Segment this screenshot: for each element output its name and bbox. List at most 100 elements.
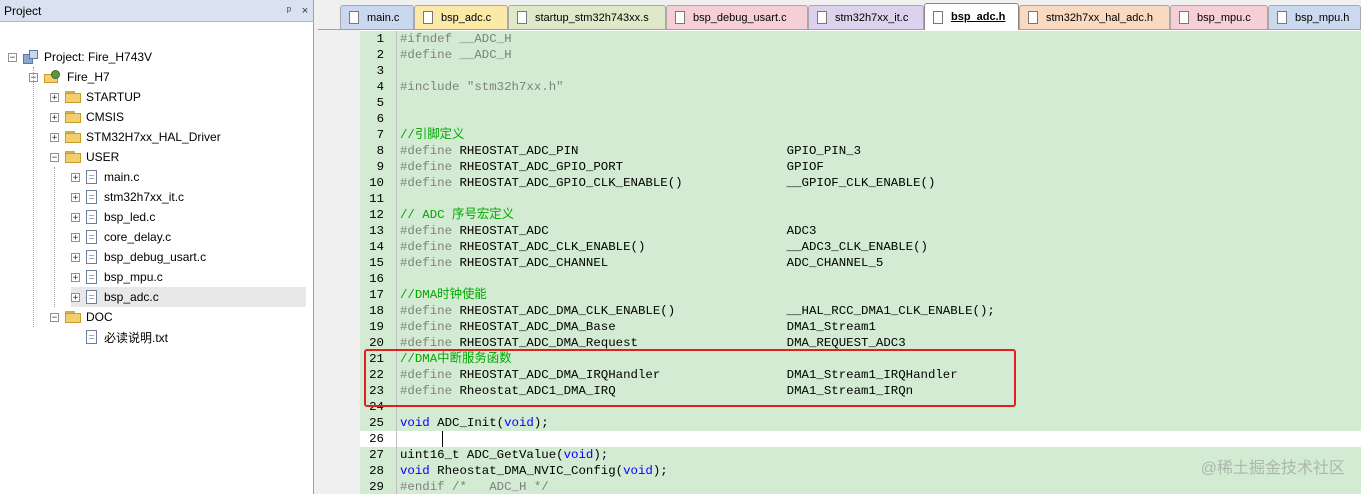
gutter-separator — [396, 271, 397, 287]
code-line[interactable]: 12 // ADC 序号宏定义 — [360, 207, 1361, 223]
tree-item-user[interactable]: − USER — [50, 147, 119, 167]
code-line[interactable]: 19 #define RHEOSTAT_ADC_DMA_Base DMA1_Str… — [360, 319, 1361, 335]
tree-item-core-delay-c[interactable]: + core_delay.c — [71, 227, 171, 247]
code-token: uint16_t ADC_GetValue( — [400, 448, 564, 462]
folder-icon — [65, 111, 81, 123]
gutter-separator — [396, 447, 397, 463]
gutter-separator — [396, 47, 397, 63]
line-number: 8 — [376, 144, 384, 158]
code-line[interactable]: 23 #define Rheostat_ADC1_DMA_IRQ DMA1_Str… — [360, 383, 1361, 399]
expand-icon[interactable]: + — [50, 112, 59, 122]
code-token: void — [504, 416, 534, 430]
code-token: Rheostat_ADC1_DMA_IRQ DMA1_Stream1_IRQn — [452, 384, 914, 398]
code-line[interactable]: 25 void ADC_Init(void); — [360, 415, 1361, 431]
gutter-separator — [396, 175, 397, 191]
code-line[interactable]: 1 #ifndef __ADC_H — [360, 31, 1361, 47]
code-line[interactable]: 26 — [360, 431, 1361, 447]
tab-bsp-mpu-c[interactable]: bsp_mpu.c — [1170, 5, 1268, 29]
expand-icon[interactable]: + — [71, 212, 80, 222]
code-line[interactable]: 20 #define RHEOSTAT_ADC_DMA_Request DMA_R… — [360, 335, 1361, 351]
code-line[interactable]: 15 #define RHEOSTAT_ADC_CHANNEL ADC_CHANN… — [360, 255, 1361, 271]
code-line[interactable]: 7 //引脚定义 — [360, 127, 1361, 143]
collapse-icon[interactable]: − — [50, 312, 59, 322]
close-icon[interactable]: × — [297, 5, 313, 17]
code-token: #define — [400, 368, 453, 382]
code-line[interactable]: 22 #define RHEOSTAT_ADC_DMA_IRQHandler DM… — [360, 367, 1361, 383]
code-token: RHEOSTAT_ADC_DMA_IRQHandler DMA1_Stream1… — [452, 368, 958, 382]
editor-margin[interactable] — [318, 30, 360, 494]
code-token: ); — [533, 416, 549, 430]
code-area[interactable]: 1 #ifndef __ADC_H 2 #define __ADC_H 3 4 #inclu… — [318, 30, 1361, 494]
expand-icon[interactable]: + — [71, 192, 80, 202]
code-line[interactable]: 10 #define RHEOSTAT_ADC_GPIO_CLK_ENABLE()… — [360, 175, 1361, 191]
code-line[interactable]: 5 — [360, 95, 1361, 111]
code-line[interactable]: 24 — [360, 399, 1361, 415]
expand-icon[interactable]: + — [71, 272, 80, 282]
code-line[interactable]: 21 //DMA中断服务函数 — [360, 351, 1361, 367]
code-token: RHEOSTAT_ADC_CLK_ENABLE() __ADC3_CLK_ENA… — [452, 240, 928, 254]
tree-item-bsp-led-c[interactable]: + bsp_led.c — [71, 207, 155, 227]
code-token: //DMA中断服务函数 — [400, 352, 512, 366]
code-line[interactable]: 6 — [360, 111, 1361, 127]
tree-item-bsp-debug-usart-c[interactable]: + bsp_debug_usart.c — [71, 247, 206, 267]
collapse-icon[interactable]: − — [50, 152, 59, 162]
folder-icon — [65, 151, 81, 163]
expand-icon[interactable]: + — [71, 172, 80, 182]
code-line[interactable]: 9 #define RHEOSTAT_ADC_GPIO_PORT GPIOF — [360, 159, 1361, 175]
code-line[interactable]: 29 #endif /* ADC_H */ — [360, 479, 1361, 494]
tree-item-stm32h7xx-it-c[interactable]: + stm32h7xx_it.c — [71, 187, 184, 207]
line-number: 9 — [376, 160, 384, 174]
tree-item-startup[interactable]: + STARTUP — [50, 87, 141, 107]
tab-bsp-mpu-h[interactable]: bsp_mpu.h — [1268, 5, 1361, 29]
tab-bsp-debug-usart-c[interactable]: bsp_debug_usart.c — [666, 5, 808, 29]
tree-item-label: DOC — [86, 310, 113, 324]
file-icon — [349, 11, 359, 24]
tree-item-txt[interactable]: 必读说明.txt — [71, 327, 168, 347]
tab-stm32h7xx-hal-adc-h[interactable]: stm32h7xx_hal_adc.h — [1019, 5, 1170, 29]
tab-stm32h7xx-it-c[interactable]: stm32h7xx_it.c — [808, 5, 924, 29]
code-line[interactable]: 3 — [360, 63, 1361, 79]
code-line[interactable]: 2 #define __ADC_H — [360, 47, 1361, 63]
tree-item-doc[interactable]: − DOC — [50, 307, 113, 327]
code-line[interactable]: 17 //DMA时钟使能 — [360, 287, 1361, 303]
code-line[interactable]: 4 #include "stm32h7xx.h" — [360, 79, 1361, 95]
gutter-separator — [396, 31, 397, 47]
line-number: 26 — [369, 432, 384, 446]
tree-item-bsp-adc-c[interactable]: + bsp_adc.c — [71, 287, 306, 307]
tab-main-c[interactable]: main.c — [340, 5, 414, 29]
line-number: 3 — [376, 64, 384, 78]
tree-item-label: bsp_mpu.c — [104, 270, 163, 284]
line-number: 18 — [369, 304, 384, 318]
expand-icon[interactable]: + — [50, 92, 59, 102]
expand-icon[interactable]: + — [71, 252, 80, 262]
tree-item-main-c[interactable]: + main.c — [71, 167, 139, 187]
tab-startup-stm32h743xx-s[interactable]: startup_stm32h743xx.s — [508, 5, 666, 29]
code-line[interactable]: 14 #define RHEOSTAT_ADC_CLK_ENABLE() __AD… — [360, 239, 1361, 255]
code-token: #define — [400, 176, 453, 190]
line-number: 13 — [369, 224, 384, 238]
project-icon — [23, 50, 39, 64]
code-line[interactable]: 13 #define RHEOSTAT_ADC ADC3 — [360, 223, 1361, 239]
collapse-icon[interactable]: − — [8, 52, 17, 62]
tree-item-cmsis[interactable]: + CMSIS — [50, 107, 124, 127]
code-text: #define RHEOSTAT_ADC_PIN GPIO_PIN_3 — [400, 143, 861, 159]
code-token: RHEOSTAT_ADC_GPIO_PORT GPIOF — [452, 160, 824, 174]
expand-icon[interactable]: + — [71, 292, 80, 302]
tab-bsp-adc-c[interactable]: bsp_adc.c — [414, 5, 508, 29]
code-line[interactable]: 18 #define RHEOSTAT_ADC_DMA_CLK_ENABLE() … — [360, 303, 1361, 319]
pin-icon[interactable]: ᵖ — [281, 5, 297, 17]
tree-item-bsp-mpu-c[interactable]: + bsp_mpu.c — [71, 267, 163, 287]
expand-icon[interactable]: + — [71, 232, 80, 242]
tab-bsp-adc-h[interactable]: bsp_adc.h — [924, 3, 1019, 30]
expand-icon[interactable]: + — [50, 132, 59, 142]
tree-item-stm32h7xx-hal-driver[interactable]: + STM32H7xx_HAL_Driver — [50, 127, 221, 147]
code-line[interactable]: 16 — [360, 271, 1361, 287]
tree-item-project-fire-h743v[interactable]: − Project: Fire_H743V — [8, 47, 152, 67]
tree-item-fire-h7[interactable]: − Fire_H7 — [29, 67, 110, 87]
code-text: //DMA中断服务函数 — [400, 351, 512, 367]
code-token: // ADC 序号宏定义 — [400, 208, 515, 222]
code-text: //DMA时钟使能 — [400, 287, 487, 303]
code-line[interactable]: 8 #define RHEOSTAT_ADC_PIN GPIO_PIN_3 — [360, 143, 1361, 159]
code-line[interactable]: 11 — [360, 191, 1361, 207]
code-editor: main.c bsp_adc.c startup_stm32h743xx.s bsp_… — [318, 0, 1361, 494]
